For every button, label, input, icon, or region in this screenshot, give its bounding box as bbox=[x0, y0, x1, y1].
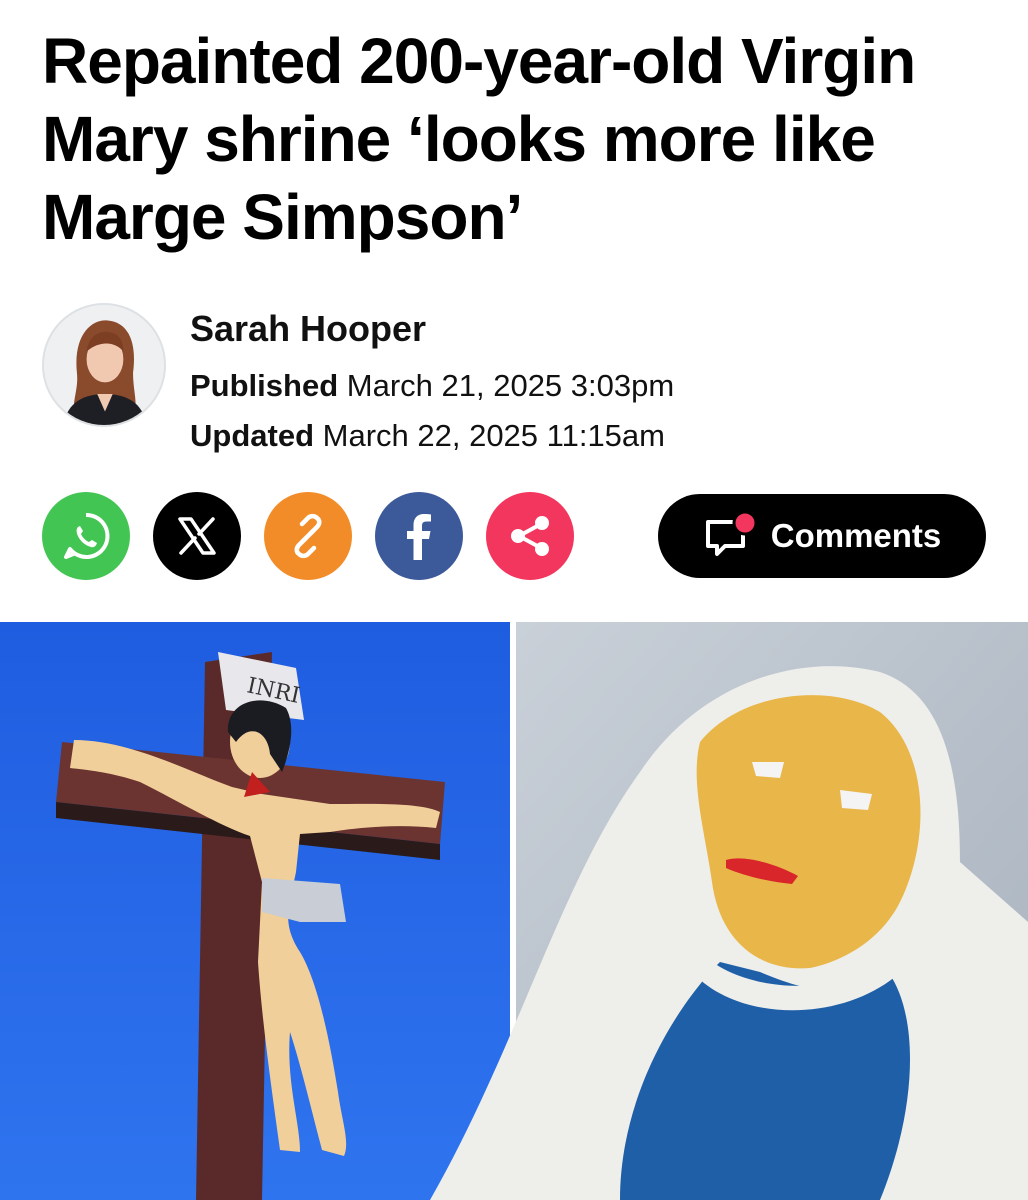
whatsapp-icon bbox=[64, 512, 110, 559]
author-photo bbox=[44, 305, 164, 425]
copy-link-button[interactable] bbox=[264, 492, 352, 580]
x-share-button[interactable] bbox=[153, 492, 241, 580]
x-icon bbox=[178, 517, 216, 555]
article-headline: Repainted 200-year-old Virgin Mary shrin… bbox=[42, 25, 916, 253]
published-label: Published bbox=[190, 368, 339, 403]
link-icon bbox=[294, 513, 322, 559]
updated-date: Updated March 22, 2025 11:15am bbox=[190, 418, 665, 454]
whatsapp-share-button[interactable] bbox=[42, 492, 130, 580]
published-date: Published March 21, 2025 3:03pm bbox=[190, 368, 674, 404]
facebook-icon bbox=[407, 514, 431, 560]
notification-dot bbox=[732, 510, 758, 536]
author-name[interactable]: Sarah Hooper bbox=[190, 308, 426, 350]
comments-button[interactable]: Comments bbox=[658, 494, 986, 578]
updated-label: Updated bbox=[190, 418, 314, 453]
author-avatar[interactable] bbox=[42, 303, 166, 427]
byline: Sarah Hooper Published March 21, 2025 3:… bbox=[42, 300, 742, 453]
article-hero-image[interactable]: INRI bbox=[0, 622, 1028, 1200]
published-value: March 21, 2025 3:03pm bbox=[346, 368, 675, 403]
native-share-button[interactable] bbox=[486, 492, 574, 580]
share-icon bbox=[511, 516, 549, 556]
facebook-share-button[interactable] bbox=[375, 492, 463, 580]
shrine-photo-collage: INRI bbox=[0, 622, 1028, 1200]
comments-label: Comments bbox=[770, 517, 942, 554]
comment-bubble-icon bbox=[703, 510, 759, 562]
updated-value: March 22, 2025 11:15am bbox=[322, 418, 665, 453]
share-bar: Comments bbox=[42, 492, 992, 584]
